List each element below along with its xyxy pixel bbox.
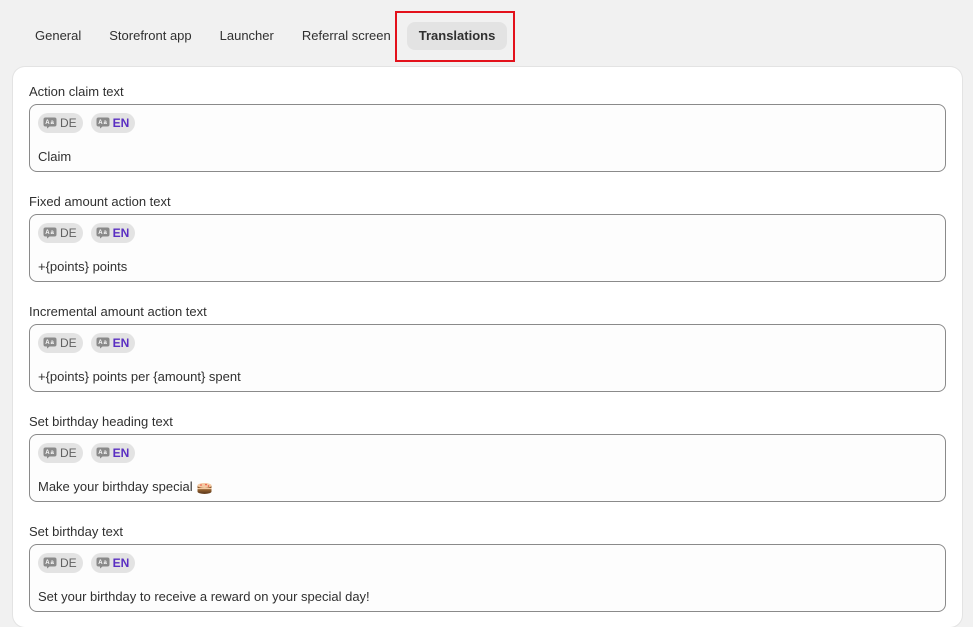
field-label: Incremental amount action text bbox=[29, 304, 207, 319]
field-fixed-amount-action-text: Fixed amount action text Aa DE Aa EN +{p… bbox=[29, 193, 946, 282]
language-chips: Aa DE Aa EN bbox=[38, 333, 136, 353]
language-chips: Aa DE Aa EN bbox=[38, 223, 136, 243]
language-chip-de[interactable]: Aa DE bbox=[38, 333, 83, 353]
field-value: Claim bbox=[38, 149, 72, 164]
translate-icon: Aa bbox=[43, 557, 57, 569]
language-code: DE bbox=[60, 446, 77, 460]
language-code: DE bbox=[60, 226, 77, 240]
language-chip-de[interactable]: Aa DE bbox=[38, 553, 83, 573]
field-value: Make your birthday special bbox=[38, 479, 212, 494]
language-chip-de[interactable]: Aa DE bbox=[38, 443, 83, 463]
svg-text:A: A bbox=[98, 560, 103, 566]
language-code: EN bbox=[112, 116, 130, 130]
language-chip-en[interactable]: Aa EN bbox=[90, 333, 136, 353]
language-code: DE bbox=[60, 556, 77, 570]
svg-text:A: A bbox=[98, 230, 103, 236]
svg-text:A: A bbox=[45, 230, 50, 236]
field-label: Action claim text bbox=[29, 84, 124, 99]
svg-text:A: A bbox=[98, 450, 103, 456]
svg-text:A: A bbox=[45, 450, 50, 456]
language-chip-de[interactable]: Aa DE bbox=[38, 113, 83, 133]
field-action-claim-text: Action claim text Aa DE Aa EN Claim bbox=[29, 83, 946, 172]
field-incremental-amount-action-text: Incremental amount action text Aa DE Aa … bbox=[29, 303, 946, 392]
field-value: Set your birthday to receive a reward on… bbox=[38, 589, 370, 604]
translate-icon: Aa bbox=[43, 227, 57, 239]
language-code: DE bbox=[60, 336, 77, 350]
svg-text:A: A bbox=[45, 340, 50, 346]
translations-card: Action claim text Aa DE Aa EN Claim Fixe… bbox=[13, 67, 962, 627]
translate-icon: Aa bbox=[43, 337, 57, 349]
svg-text:A: A bbox=[45, 560, 50, 566]
translate-icon: Aa bbox=[96, 337, 110, 349]
language-chips: Aa DE Aa EN bbox=[38, 553, 136, 573]
language-code: EN bbox=[112, 226, 130, 240]
translation-input[interactable]: Aa DE Aa EN Make your birthday special bbox=[29, 434, 946, 502]
field-value: +{points} points per {amount} spent bbox=[38, 369, 241, 384]
language-chip-en[interactable]: Aa EN bbox=[90, 113, 136, 133]
language-code: EN bbox=[112, 446, 130, 460]
settings-tabs: General Storefront app Launcher Referral… bbox=[23, 22, 508, 50]
field-set-birthday-heading-text: Set birthday heading text Aa DE Aa EN Ma… bbox=[29, 413, 946, 502]
translate-icon: Aa bbox=[96, 557, 110, 569]
language-chips: Aa DE Aa EN bbox=[38, 113, 136, 133]
translate-icon: Aa bbox=[43, 117, 57, 129]
translate-icon: Aa bbox=[43, 447, 57, 459]
tab-launcher[interactable]: Launcher bbox=[208, 22, 286, 50]
translate-icon: Aa bbox=[96, 227, 110, 239]
tab-referral-screen[interactable]: Referral screen bbox=[290, 22, 403, 50]
field-set-birthday-text: Set birthday text Aa DE Aa EN Set your b… bbox=[29, 523, 946, 612]
field-value: +{points} points bbox=[38, 259, 128, 274]
translation-input[interactable]: Aa DE Aa EN +{points} points bbox=[29, 214, 946, 282]
field-label: Fixed amount action text bbox=[29, 194, 171, 209]
field-label: Set birthday heading text bbox=[29, 414, 173, 429]
language-code: DE bbox=[60, 116, 77, 130]
svg-text:A: A bbox=[98, 120, 103, 126]
tab-storefront-app[interactable]: Storefront app bbox=[97, 22, 203, 50]
language-code: EN bbox=[112, 336, 130, 350]
language-chip-de[interactable]: Aa DE bbox=[38, 223, 83, 243]
field-label: Set birthday text bbox=[29, 524, 123, 539]
language-chip-en[interactable]: Aa EN bbox=[90, 553, 136, 573]
language-code: EN bbox=[112, 556, 130, 570]
svg-text:A: A bbox=[98, 340, 103, 346]
translation-input[interactable]: Aa DE Aa EN +{points} points per {amount… bbox=[29, 324, 946, 392]
translation-input[interactable]: Aa DE Aa EN Claim bbox=[29, 104, 946, 172]
language-chips: Aa DE Aa EN bbox=[38, 443, 136, 463]
translate-icon: Aa bbox=[96, 117, 110, 129]
language-chip-en[interactable]: Aa EN bbox=[90, 443, 136, 463]
translation-input[interactable]: Aa DE Aa EN Set your birthday to receive… bbox=[29, 544, 946, 612]
cake-icon bbox=[197, 480, 212, 494]
tab-general[interactable]: General bbox=[23, 22, 93, 50]
translate-icon: Aa bbox=[96, 447, 110, 459]
svg-text:A: A bbox=[45, 120, 50, 126]
tab-translations[interactable]: Translations bbox=[406, 22, 508, 50]
language-chip-en[interactable]: Aa EN bbox=[90, 223, 136, 243]
